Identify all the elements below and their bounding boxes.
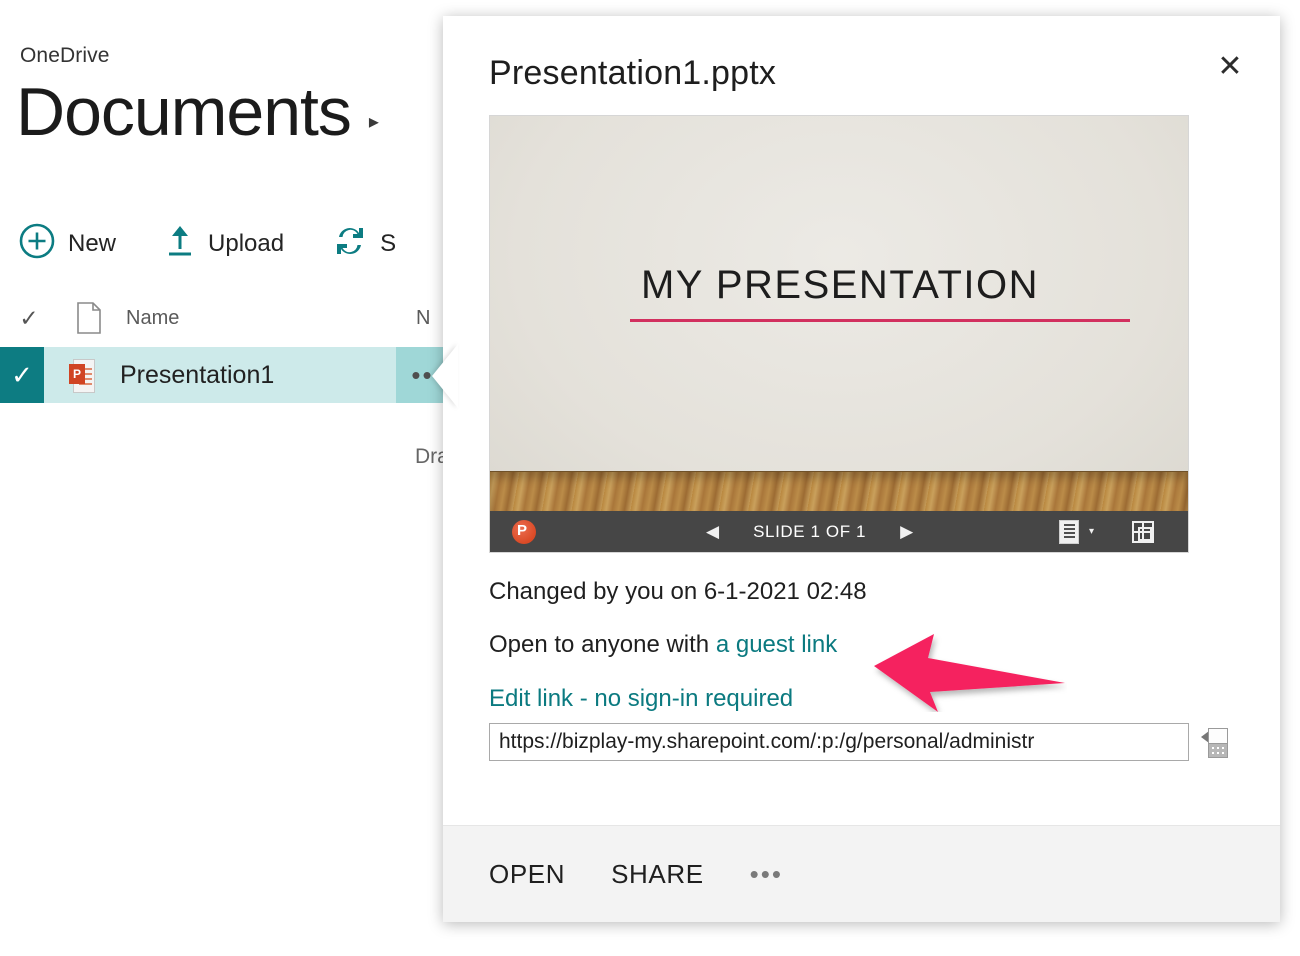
share-button[interactable]: SHARE xyxy=(611,859,704,890)
callout-body: Presentation1.pptx ✕ MY PRESENTATION ◀ S… xyxy=(443,16,1280,825)
plus-circle-icon xyxy=(18,222,56,265)
copy-to-clipboard-icon[interactable] xyxy=(1201,727,1228,758)
guest-link-link[interactable]: a guest link xyxy=(716,631,837,658)
preview-toolbar-right: ▾ xyxy=(1058,519,1154,544)
powerpoint-logo-icon xyxy=(512,519,536,544)
page-title-row: Documents ▸ xyxy=(16,78,379,146)
slide-counter-label: SLIDE 1 OF 1 xyxy=(753,521,867,541)
preview-toolbar: ◀ SLIDE 1 OF 1 ▶ ▾ xyxy=(490,511,1188,552)
sharing-status-prefix: Open to anyone with xyxy=(489,631,716,658)
slide-title-text: MY PRESENTATION xyxy=(640,263,1040,307)
upload-arrow-icon xyxy=(164,223,196,264)
slide-preview[interactable]: MY PRESENTATION ◀ SLIDE 1 OF 1 ▶ ▾ xyxy=(489,115,1189,553)
powerpoint-file-icon: P xyxy=(44,359,120,393)
select-all-checkbox[interactable]: ✓ xyxy=(0,305,58,332)
ppt-badge-letter: P xyxy=(69,364,85,384)
callout-title: Presentation1.pptx xyxy=(489,54,777,92)
changed-by-text: Changed by you on 6-1-2021 02:48 xyxy=(489,578,867,605)
page-title: Documents xyxy=(16,74,352,150)
new-button-label: New xyxy=(68,229,117,257)
callout-footer: OPEN SHARE ••• xyxy=(443,825,1280,922)
upload-button-label: Upload xyxy=(208,229,285,257)
preview-navigation: ◀ SLIDE 1 OF 1 ▶ xyxy=(706,522,913,542)
sync-button-label: S xyxy=(380,229,397,257)
row-checkbox-checked[interactable]: ✓ xyxy=(0,347,44,403)
edit-link-heading[interactable]: Edit link - no sign-in required xyxy=(489,685,1234,713)
chevron-right-icon[interactable]: ▸ xyxy=(369,109,379,134)
upload-button[interactable]: Upload xyxy=(164,223,284,264)
open-button[interactable]: OPEN xyxy=(489,859,565,890)
slide-wooden-floor xyxy=(490,471,1188,514)
notes-icon[interactable] xyxy=(1058,519,1079,544)
slide-title-underline xyxy=(630,319,1130,322)
blank-document-icon xyxy=(58,302,120,334)
next-slide-icon[interactable]: ▶ xyxy=(900,522,913,542)
sync-icon xyxy=(332,223,368,264)
fullscreen-icon[interactable] xyxy=(1132,520,1154,543)
breadcrumb-onedrive[interactable]: OneDrive xyxy=(20,44,110,68)
share-url-input[interactable] xyxy=(489,723,1189,761)
file-details-callout: Presentation1.pptx ✕ MY PRESENTATION ◀ S… xyxy=(443,16,1280,922)
command-bar: New Upload S xyxy=(18,222,444,265)
column-header-name[interactable]: Name xyxy=(120,307,416,330)
table-row[interactable]: ✓ P Presentation1 ••• xyxy=(0,347,460,403)
new-button[interactable]: New xyxy=(18,222,116,265)
close-icon[interactable]: ✕ xyxy=(1210,46,1250,86)
row-file-name[interactable]: Presentation1 xyxy=(120,361,396,390)
sync-button[interactable]: S xyxy=(332,223,396,264)
sharing-status-line: Open to anyone with a guest link xyxy=(489,631,1234,659)
slide-canvas: MY PRESENTATION xyxy=(490,116,1188,514)
more-actions-button[interactable]: ••• xyxy=(750,859,783,890)
previous-slide-icon[interactable]: ◀ xyxy=(706,522,719,542)
callout-pointer-triangle xyxy=(432,344,458,408)
share-url-row xyxy=(489,723,1234,761)
chevron-down-icon[interactable]: ▾ xyxy=(1089,526,1094,537)
